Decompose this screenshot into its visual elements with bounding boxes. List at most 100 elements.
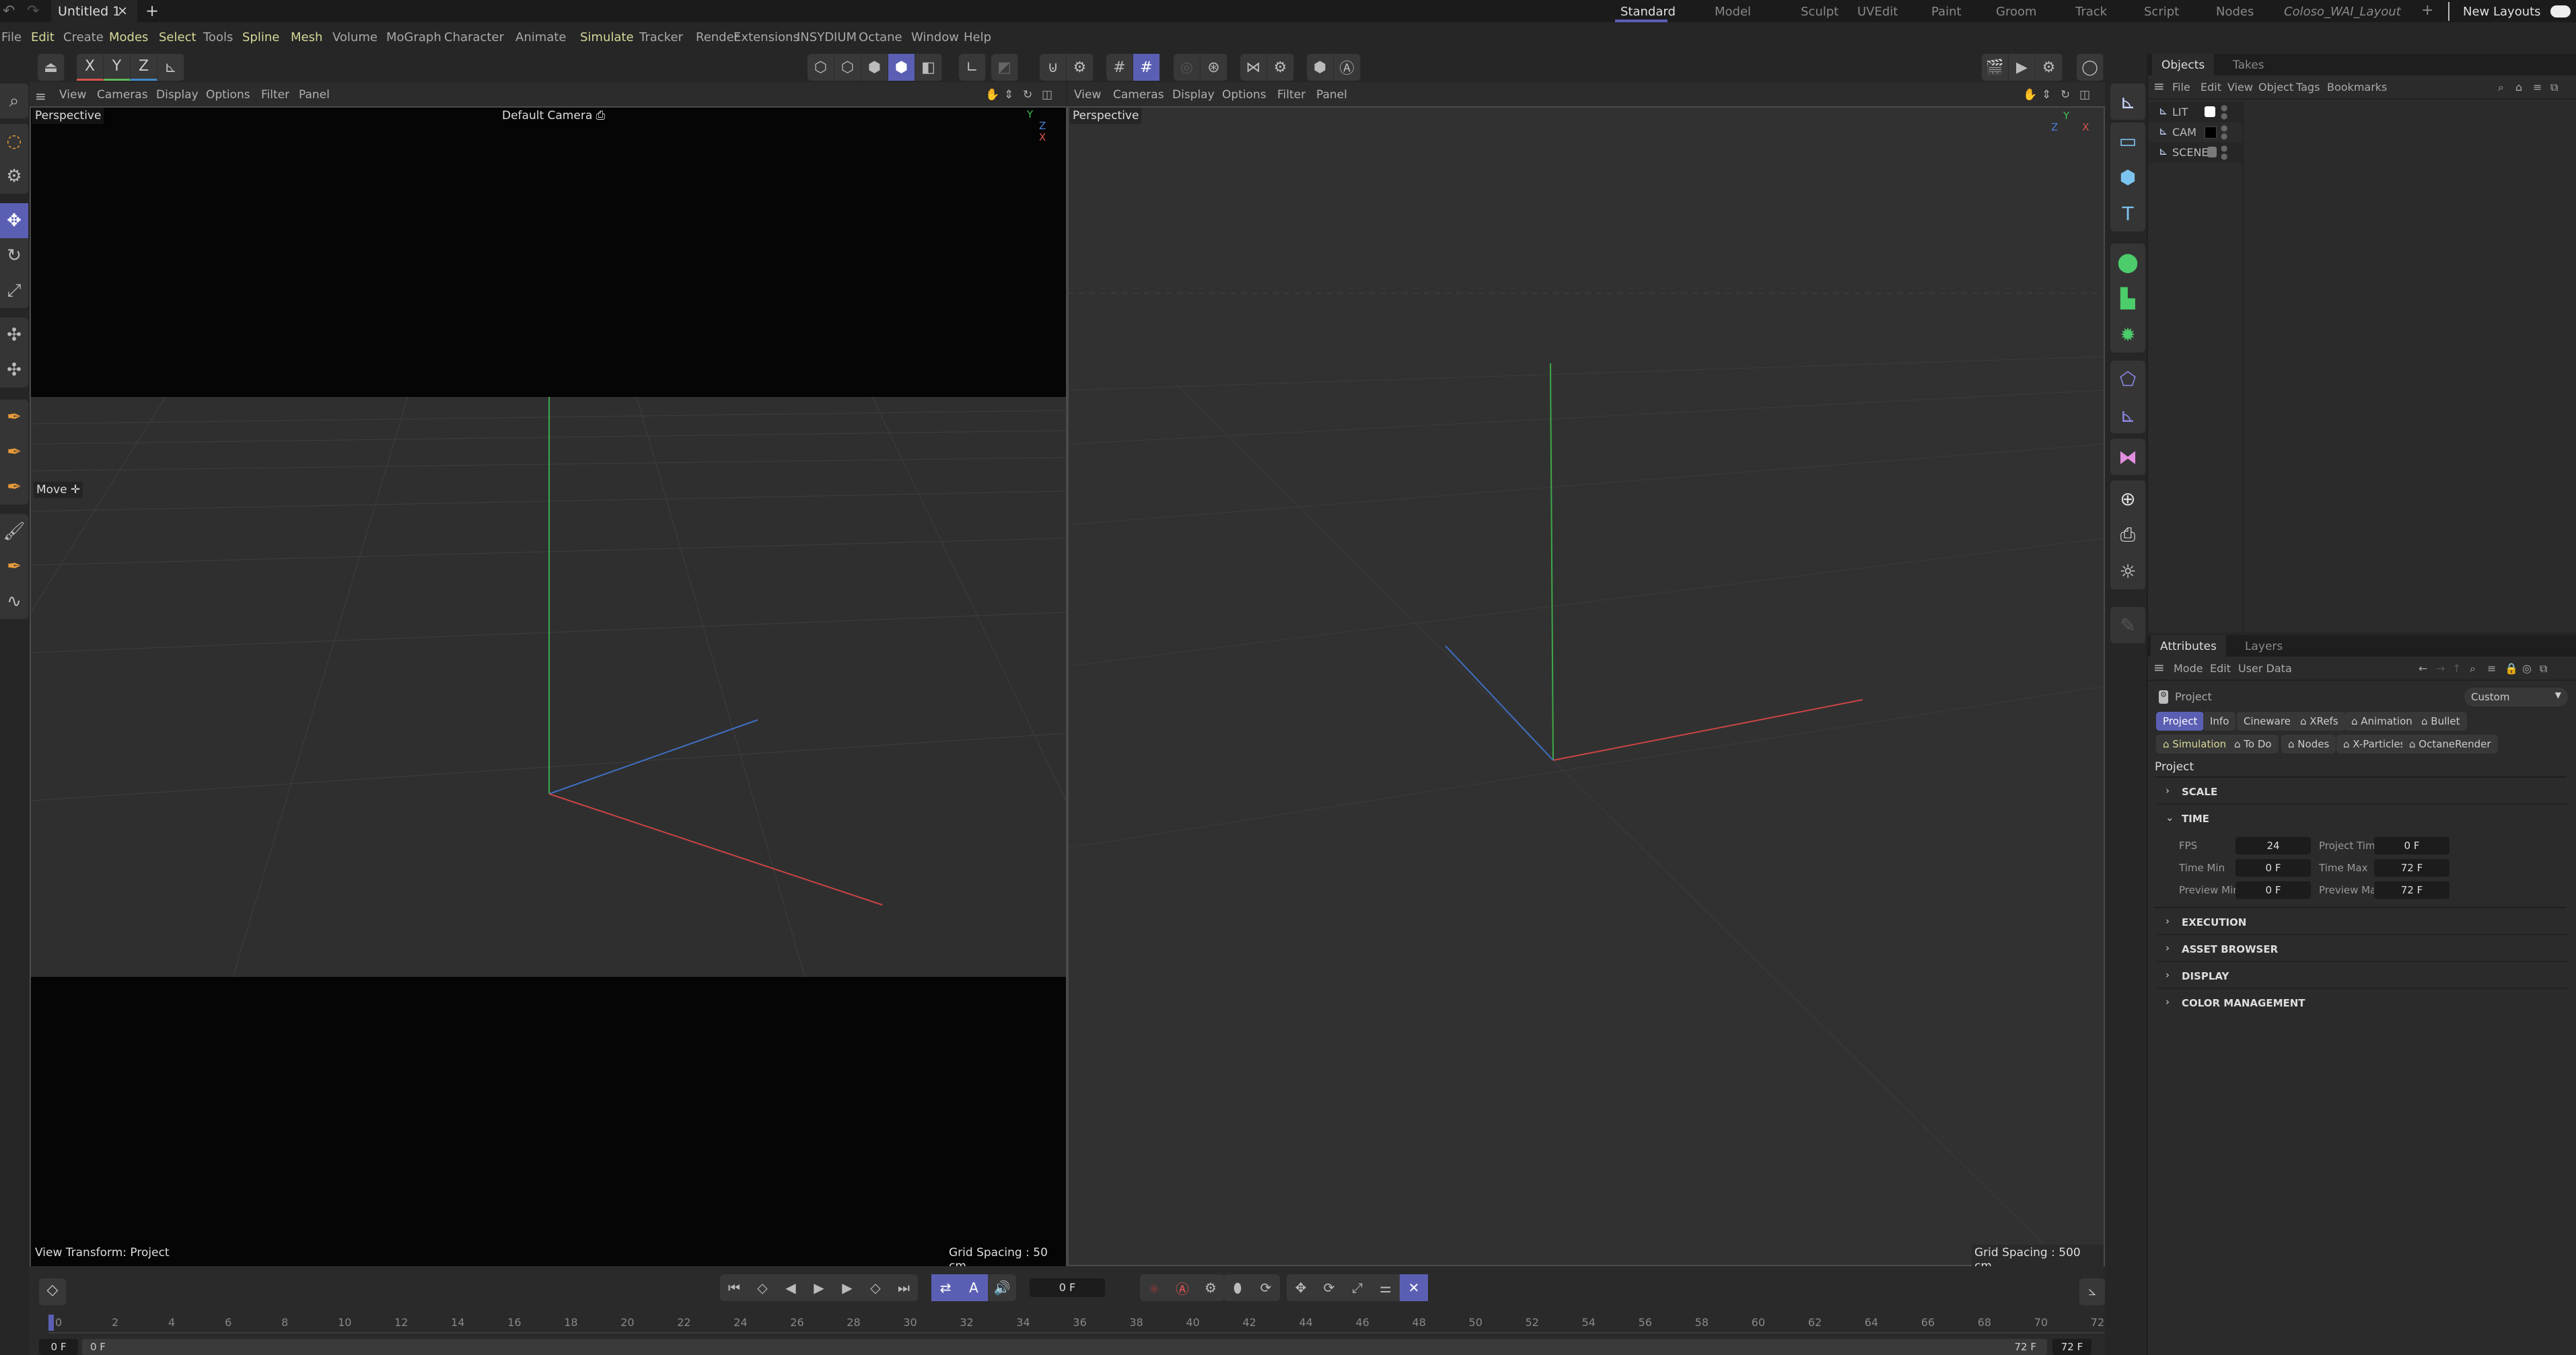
- tab-objects[interactable]: Objects: [2152, 54, 2215, 75]
- menu-volume[interactable]: Volume: [332, 30, 378, 44]
- vp-right-menu-view[interactable]: View: [1074, 88, 1101, 102]
- deformer-icon[interactable]: ⬠: [2110, 361, 2145, 397]
- menu-select[interactable]: Select: [159, 30, 196, 44]
- menu-octane[interactable]: Octane: [859, 30, 902, 44]
- section-time[interactable]: ⌄ TIME: [2157, 805, 2568, 832]
- workplane-icon[interactable]: ◎: [1174, 54, 1201, 81]
- orbit-icon[interactable]: ↻: [2061, 88, 2070, 102]
- layout-tab-coloso[interactable]: Coloso_WAI_Layout: [2284, 0, 2401, 19]
- spline-pen-icon[interactable]: ✒: [0, 400, 28, 435]
- menu-mograph[interactable]: MoGraph: [386, 30, 441, 44]
- attr-menu-mode[interactable]: Mode: [2174, 662, 2203, 675]
- hamburger-icon[interactable]: ≡: [2153, 78, 2165, 94]
- objects-menu-edit[interactable]: Edit: [2201, 81, 2221, 94]
- current-frame-field[interactable]: 0 F: [1030, 1278, 1105, 1297]
- menu-spline[interactable]: Spline: [242, 30, 279, 44]
- field-icon[interactable]: ⊾: [2110, 397, 2145, 433]
- tab-layers[interactable]: Layers: [2235, 635, 2292, 657]
- previous-frame-icon[interactable]: ◀: [777, 1274, 805, 1301]
- move-tool-icon[interactable]: ✥: [0, 203, 28, 238]
- vp-left-menu-options[interactable]: Options: [206, 88, 250, 102]
- play-icon[interactable]: ▶: [805, 1274, 833, 1301]
- menu-modes[interactable]: Modes: [109, 30, 148, 44]
- menu-window[interactable]: Window: [911, 30, 959, 44]
- spline-sketch-icon[interactable]: ∿: [0, 584, 28, 619]
- text-icon[interactable]: T: [2110, 195, 2145, 231]
- render-to-picture-viewer-icon[interactable]: ▶: [2009, 54, 2036, 81]
- next-frame-icon[interactable]: ▶: [833, 1274, 861, 1301]
- range-slider[interactable]: 0 F 72 F: [82, 1339, 2047, 1355]
- transfer-tool-icon[interactable]: ✣: [0, 318, 28, 353]
- symmetry-icon[interactable]: ⋈: [1240, 54, 1267, 81]
- hamburger-icon[interactable]: ≡: [2153, 659, 2165, 675]
- null-object-icon[interactable]: ⊾: [2110, 83, 2145, 120]
- target-icon[interactable]: ◎: [2522, 662, 2532, 675]
- display-color-swatch[interactable]: [2205, 106, 2215, 117]
- chip-octanerender[interactable]: ⌂ OctaneRender: [2402, 735, 2498, 754]
- viewport-label[interactable]: Perspective: [32, 108, 104, 124]
- preview-min-field[interactable]: 0 F: [2235, 881, 2311, 899]
- solo-icon[interactable]: ◩: [991, 54, 1018, 81]
- axis-x-button[interactable]: X: [77, 54, 104, 81]
- spline-smooth-icon[interactable]: ✒: [0, 435, 28, 470]
- visibility-dots[interactable]: ● ●: [2221, 144, 2227, 160]
- layout-tab-model[interactable]: Model: [1715, 0, 1751, 19]
- cloud-archive-icon[interactable]: ⏏: [38, 54, 65, 81]
- chip-cineware[interactable]: Cineware: [2237, 712, 2297, 731]
- project-time-field[interactable]: 0 F: [2374, 837, 2449, 854]
- vp-left-menu-filter[interactable]: Filter: [261, 88, 289, 102]
- axis-y-button[interactable]: Y: [104, 54, 131, 81]
- previous-key-icon[interactable]: ◇: [748, 1274, 777, 1301]
- symmetry-settings-icon[interactable]: ⚙: [1267, 54, 1294, 81]
- record-keys-icon[interactable]: ◈: [1140, 1274, 1168, 1301]
- objects-menu-tags[interactable]: Tags: [2296, 81, 2320, 94]
- camera-label[interactable]: Default Camera ⎙: [499, 108, 608, 124]
- visibility-dots[interactable]: ● ●: [2221, 104, 2227, 120]
- range-end-field[interactable]: 72 F: [2052, 1339, 2091, 1355]
- attr-menu-edit[interactable]: Edit: [2210, 662, 2231, 675]
- parameter-key-icon[interactable]: ⚌: [1371, 1274, 1400, 1301]
- cube-icon[interactable]: ⬢: [2110, 159, 2145, 195]
- menu-character[interactable]: Character: [444, 30, 504, 44]
- vp-right-menu-options[interactable]: Options: [1222, 88, 1266, 102]
- menu-render[interactable]: Render: [696, 30, 739, 44]
- menu-help[interactable]: Help: [964, 30, 991, 44]
- playhead[interactable]: [48, 1315, 54, 1331]
- preset-dropdown[interactable]: Custom ▼: [2464, 688, 2568, 706]
- axis-mode-icon[interactable]: ∟: [959, 54, 986, 81]
- coordinate-system-icon[interactable]: ⊾: [157, 54, 184, 81]
- popout-icon[interactable]: ⧉: [2550, 81, 2558, 94]
- snap-magnet-icon[interactable]: ⊍: [1040, 54, 1067, 81]
- menu-file[interactable]: File: [1, 30, 22, 44]
- go-to-end-icon[interactable]: ⏭: [890, 1274, 918, 1301]
- menu-insydium[interactable]: INSYDIUM: [797, 30, 857, 44]
- object-row-scene[interactable]: ⊾ SCENE ● ●: [2148, 143, 2242, 163]
- chip-todo[interactable]: ⌂ To Do: [2227, 735, 2279, 754]
- menu-tools[interactable]: Tools: [203, 30, 233, 44]
- layout-tab-paint[interactable]: Paint: [1931, 0, 1962, 19]
- time-ruler[interactable]: 0 2 4 6 8 10 12 14 16 18 20 22 24 26 28 30 32 34 36 38 40 42 4…: [48, 1312, 2105, 1336]
- rotation-key-icon[interactable]: ⟳: [1315, 1274, 1343, 1301]
- render-view-icon[interactable]: 🎬: [1982, 54, 2009, 81]
- objects-menu-file[interactable]: File: [2172, 81, 2190, 94]
- toggle-layout-icon[interactable]: ◫: [1042, 88, 1052, 102]
- pan-hand-icon[interactable]: ✋: [2023, 88, 2037, 102]
- camera-object-icon[interactable]: ⎙: [2110, 517, 2145, 553]
- auto-icon[interactable]: Ⓐ: [1334, 54, 1361, 81]
- search-icon[interactable]: ⌕: [2498, 81, 2504, 94]
- home-icon[interactable]: ⌂: [2515, 81, 2522, 94]
- range-start-field[interactable]: 0 F: [39, 1339, 78, 1355]
- grid-icon[interactable]: #: [1106, 54, 1133, 81]
- point-level-key-icon[interactable]: ✕: [1400, 1274, 1428, 1301]
- vp-right-menu-cameras[interactable]: Cameras: [1113, 88, 1164, 102]
- dolly-icon[interactable]: ⇕: [1004, 88, 1013, 102]
- position-key-icon[interactable]: ✥: [1287, 1274, 1315, 1301]
- polygons-mode-icon[interactable]: ⬢: [861, 54, 888, 81]
- filter-icon[interactable]: ≡: [2533, 81, 2542, 94]
- object-row-cam[interactable]: ⊾ CAM ● ●: [2148, 122, 2242, 143]
- search-icon[interactable]: ⌕: [2470, 662, 2476, 675]
- layout-tab-nodes[interactable]: Nodes: [2216, 0, 2254, 19]
- rotate-tool-icon[interactable]: ↻: [0, 238, 28, 273]
- toggle-layout-icon[interactable]: ◫: [2079, 88, 2090, 102]
- workplane-settings-icon[interactable]: ⊛: [1201, 54, 1227, 81]
